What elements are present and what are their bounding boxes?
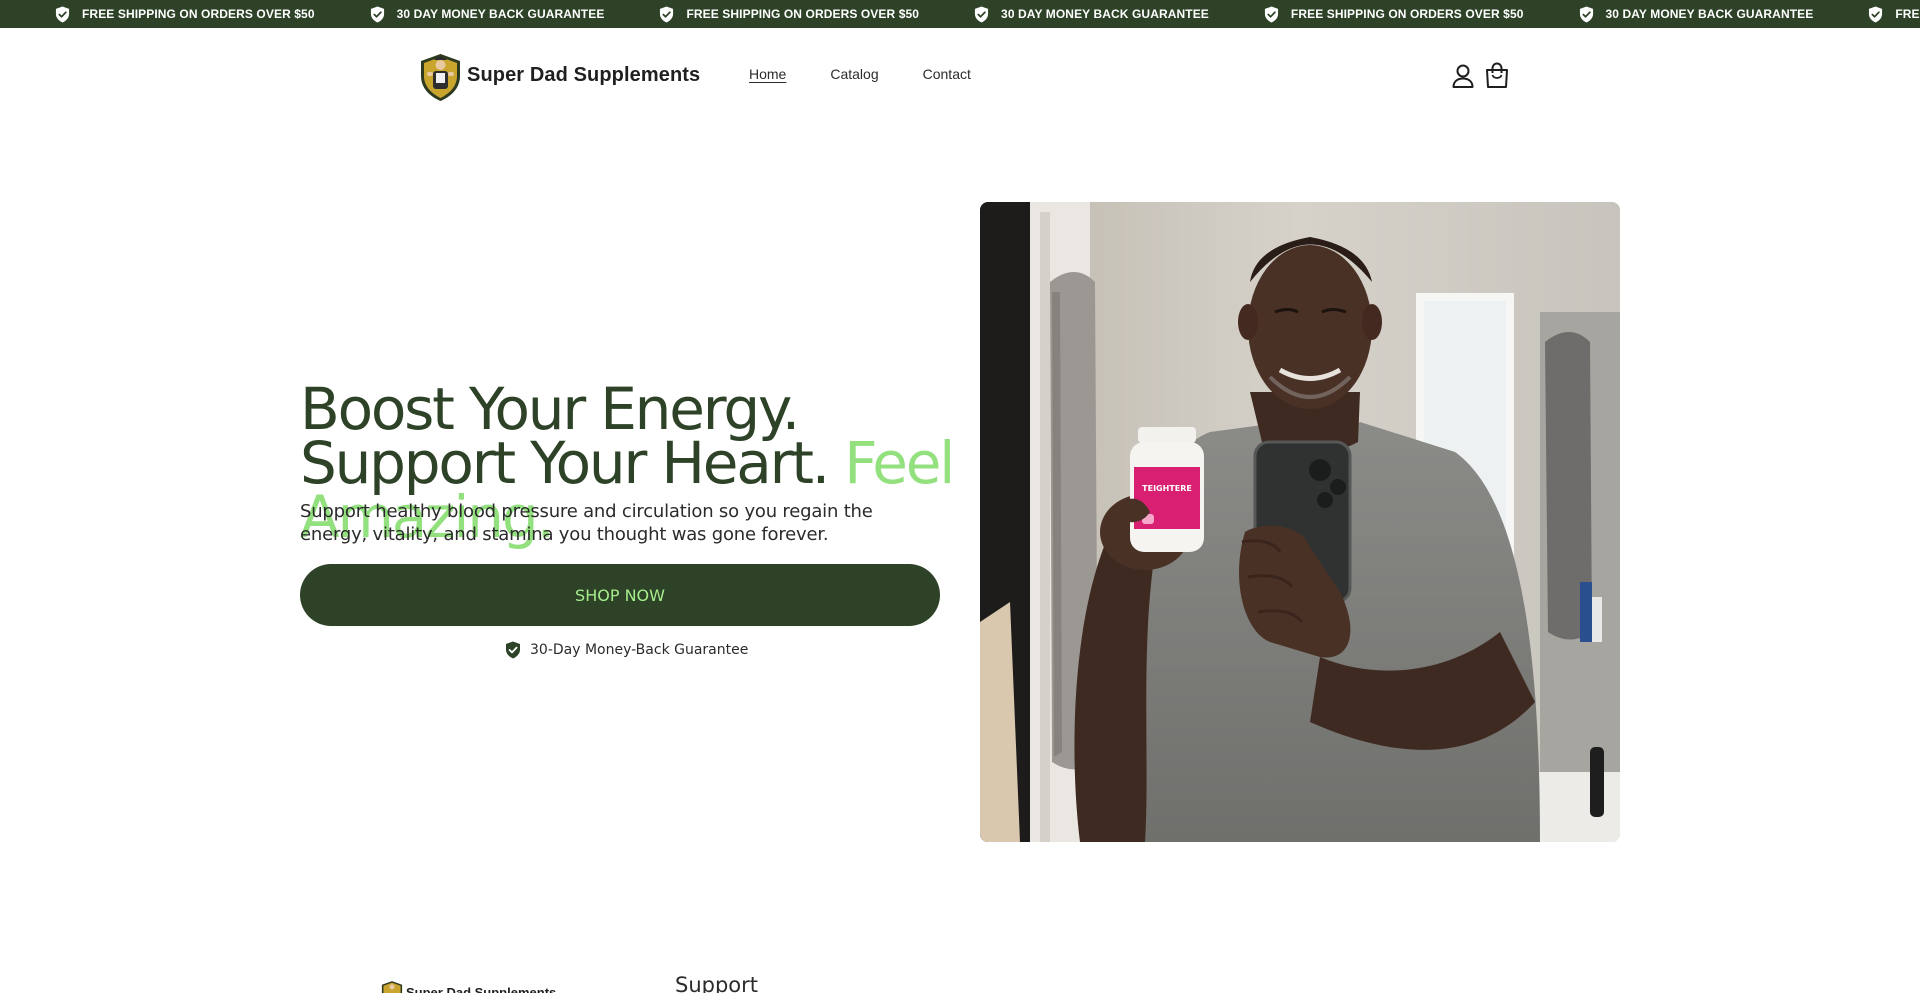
announcement-item: 30 DAY MONEY BACK GUARANTEE [1579, 6, 1814, 23]
shield-check-icon [370, 6, 384, 22]
hero-photo-illustration: TEIGHTERE [980, 202, 1620, 842]
shield-check-icon [660, 6, 674, 22]
guarantee-note: 30-Day Money-Back Guarantee [505, 641, 748, 659]
announcement-bar: FREE SHIPPING ON ORDERS OVER $50 30 DAY … [0, 0, 1920, 28]
brand-logo-icon [381, 981, 403, 993]
announcement-text: FREE SHIPPING ON ORDERS OVER $50 [686, 7, 920, 21]
announcement-text: 30 DAY MONEY BACK GUARANTEE [396, 7, 605, 21]
announcement-item: FREE SHIPPING ON ORDERS OVER $50 [55, 6, 315, 23]
account-icon[interactable] [1450, 62, 1476, 90]
bottle-label: TEIGHTERE [1142, 484, 1192, 493]
announcement-item: 30 DAY MONEY BACK GUARANTEE [370, 6, 605, 23]
site-header: Super Dad Supplements Home Catalog Conta… [0, 28, 1920, 123]
header-actions [1450, 62, 1518, 90]
nav-catalog[interactable]: Catalog [830, 66, 878, 82]
announcement-text: 30 DAY MONEY BACK GUARANTEE [1605, 7, 1814, 21]
nav-contact[interactable]: Contact [923, 66, 971, 82]
announcement-text: FREE SHIPPING [1895, 7, 1920, 21]
announcement-text: FREE SHIPPING ON ORDERS OVER $50 [1290, 7, 1524, 21]
shield-check-icon [1264, 6, 1278, 22]
announcement-item: FREE SHIPPING [1868, 6, 1920, 23]
hero-image: TEIGHTERE [980, 202, 1620, 842]
nav-home[interactable]: Home [749, 66, 786, 82]
announcement-text: 30 DAY MONEY BACK GUARANTEE [1001, 7, 1209, 21]
shield-check-icon [974, 6, 989, 22]
announcement-item: FREE SHIPPING ON ORDERS OVER $50 [659, 6, 919, 23]
main-nav: Home Catalog Contact [749, 66, 1015, 82]
brand-name: Super Dad Supplements [467, 63, 701, 86]
announcement-item: 30 DAY MONEY BACK GUARANTEE [974, 6, 1209, 23]
shield-check-icon [55, 6, 70, 22]
cart-icon[interactable] [1484, 62, 1510, 90]
footer-brand-logo[interactable]: Super Dad Supplements [380, 978, 556, 993]
guarantee-text: 30-Day Money-Back Guarantee [530, 642, 749, 658]
announcement-track: FREE SHIPPING ON ORDERS OVER $50 30 DAY … [0, 0, 1920, 28]
shop-now-button[interactable]: SHOP NOW [300, 564, 940, 626]
brand-logo-link[interactable]: Super Dad Supplements [418, 48, 700, 102]
announcement-item: FREE SHIPPING ON ORDERS OVER $50 [1264, 6, 1524, 23]
footer-brand-name: Super Dad Supplements [406, 984, 557, 993]
shield-check-icon [506, 641, 520, 659]
shield-check-icon [1579, 6, 1593, 22]
footer-support-heading: Support [675, 973, 759, 993]
shield-check-icon [1869, 6, 1883, 22]
announcement-text: FREE SHIPPING ON ORDERS OVER $50 [82, 7, 315, 21]
hero-title-main: Boost Your Energy. Support Your Heart. [300, 375, 845, 497]
hero-subtitle: Support healthy blood pressure and circu… [300, 501, 873, 545]
brand-logo-icon [421, 54, 460, 101]
